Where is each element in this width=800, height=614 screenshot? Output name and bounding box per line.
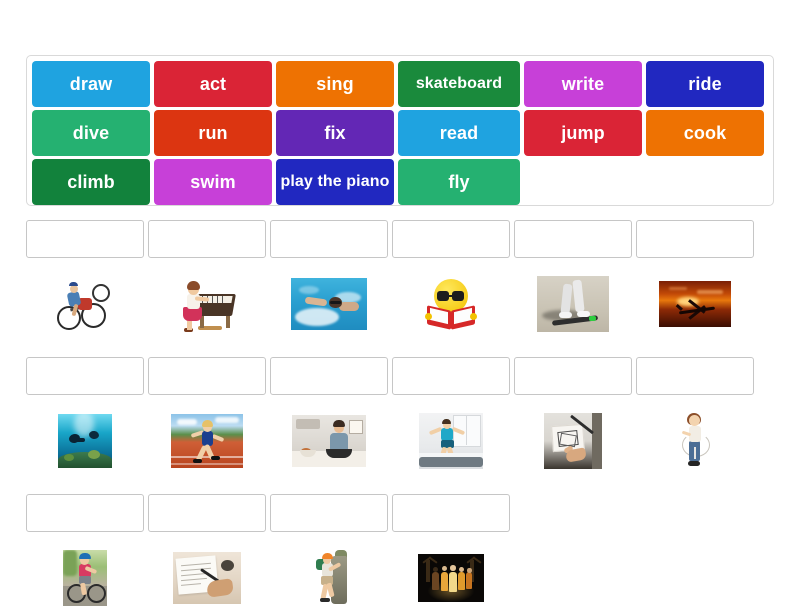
image-skateboard-legs xyxy=(514,268,632,340)
answer-cell xyxy=(392,220,510,340)
word-tile-fix[interactable]: fix xyxy=(276,110,394,156)
word-bank-row: climb swim play the piano fly xyxy=(32,159,768,205)
answer-row xyxy=(26,494,774,614)
image-run-athlete-track xyxy=(148,405,266,477)
answer-cell xyxy=(26,494,144,614)
drop-zone-cook[interactable] xyxy=(270,357,388,395)
image-ride-bicycle-woman xyxy=(26,542,144,614)
answer-cell xyxy=(636,220,754,340)
image-act-stage-performance xyxy=(392,542,510,614)
word-tile-dive[interactable]: dive xyxy=(32,110,150,156)
answer-cell xyxy=(148,494,266,614)
answer-grid xyxy=(26,220,774,614)
word-bank-row: draw act sing skateboard write ride xyxy=(32,61,768,107)
word-tile-cook[interactable]: cook xyxy=(646,110,764,156)
answer-cell xyxy=(270,494,388,614)
drop-zone-draw[interactable] xyxy=(514,357,632,395)
drop-zone-skateboard[interactable] xyxy=(514,220,632,258)
word-tile-play-the-piano[interactable]: play the piano xyxy=(276,159,394,205)
image-jump-boy-on-bed xyxy=(392,405,510,477)
image-write-hand-notebook xyxy=(148,542,266,614)
image-swim-butterfly-stroke xyxy=(270,268,388,340)
word-tile-act[interactable]: act xyxy=(154,61,272,107)
drop-zone-read[interactable] xyxy=(392,220,510,258)
image-draw-hand-pencil xyxy=(514,405,632,477)
word-tile-draw[interactable]: draw xyxy=(32,61,150,107)
word-tile-write[interactable]: write xyxy=(524,61,642,107)
word-tile-sing[interactable]: sing xyxy=(276,61,394,107)
image-climb-rock-climber xyxy=(270,542,388,614)
answer-cell xyxy=(392,494,510,614)
drop-zone-dive[interactable] xyxy=(26,357,144,395)
drop-zone-act[interactable] xyxy=(392,494,510,532)
drop-zone-swim[interactable] xyxy=(270,220,388,258)
drop-zone-climb[interactable] xyxy=(270,494,388,532)
word-tile-ride[interactable]: ride xyxy=(646,61,764,107)
word-tile-read[interactable]: read xyxy=(398,110,520,156)
word-tile-jump[interactable]: jump xyxy=(524,110,642,156)
drop-zone-write[interactable] xyxy=(148,494,266,532)
image-ride-bicycles-children xyxy=(26,268,144,340)
image-dive-scuba-divers xyxy=(26,405,144,477)
image-fly-airplane-sunset xyxy=(636,268,754,340)
drop-zone-fly[interactable] xyxy=(636,220,754,258)
word-tile-skateboard[interactable]: skateboard xyxy=(398,61,520,107)
answer-cell xyxy=(26,357,144,477)
drop-zone-run[interactable] xyxy=(148,357,266,395)
word-tile-swim[interactable]: swim xyxy=(154,159,272,205)
answer-cell xyxy=(636,357,754,477)
word-bank-panel: draw act sing skateboard write ride dive… xyxy=(26,55,774,206)
answer-cell xyxy=(270,357,388,477)
answer-row xyxy=(26,357,774,477)
answer-row xyxy=(26,220,774,340)
answer-cell xyxy=(26,220,144,340)
answer-cell xyxy=(514,357,632,477)
word-bank-row: dive run fix read jump cook xyxy=(32,110,768,156)
image-skip-rope-girl xyxy=(636,405,754,477)
drop-zone-ride-bicycles[interactable] xyxy=(26,220,144,258)
image-cook-woman-kitchen xyxy=(270,405,388,477)
answer-cell xyxy=(148,220,266,340)
drop-zone-play-the-piano[interactable] xyxy=(148,220,266,258)
image-play-the-piano-girl xyxy=(148,268,266,340)
word-tile-fly[interactable]: fly xyxy=(398,159,520,205)
answer-cell xyxy=(514,220,632,340)
answer-cell xyxy=(270,220,388,340)
word-tile-run[interactable]: run xyxy=(154,110,272,156)
drop-zone-jump[interactable] xyxy=(392,357,510,395)
drop-zone-skip-rope[interactable] xyxy=(636,357,754,395)
drop-zone-ride-bicycle[interactable] xyxy=(26,494,144,532)
image-read-smiley-book xyxy=(392,268,510,340)
answer-cell xyxy=(148,357,266,477)
word-tile-climb[interactable]: climb xyxy=(32,159,150,205)
answer-cell xyxy=(392,357,510,477)
